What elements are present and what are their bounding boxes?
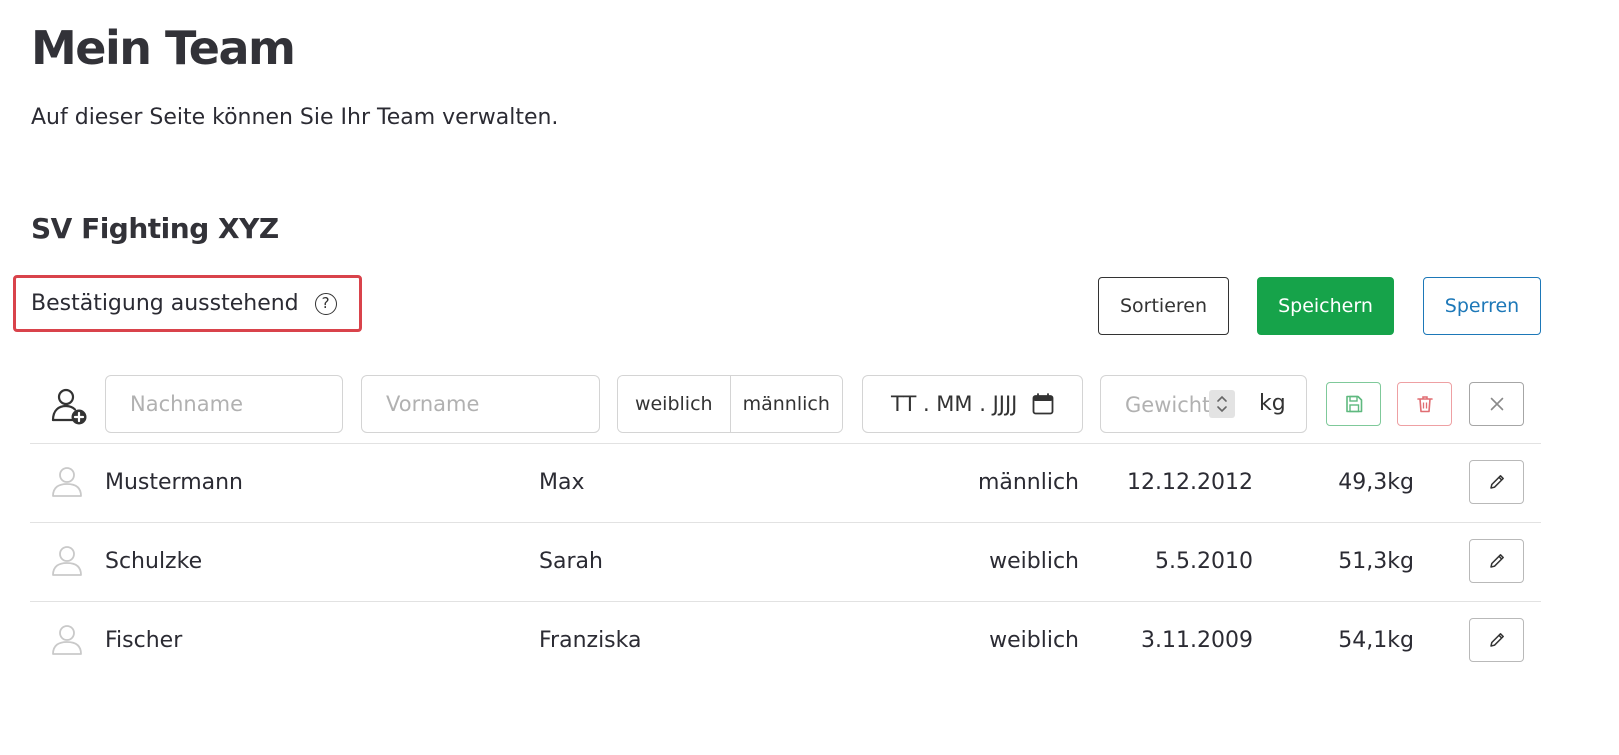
member-weight: 51,3kg [1338, 549, 1414, 574]
table-row: Fischer Franziska weiblich 3.11.2009 54,… [0, 601, 1619, 680]
edit-member-button[interactable] [1469, 618, 1524, 662]
team-status-highlight: Bestätigung ausstehend ? [13, 275, 362, 332]
member-weight: 49,3kg [1338, 470, 1414, 495]
calendar-icon[interactable] [1031, 392, 1055, 416]
gender-male-button[interactable]: männlich [729, 376, 842, 432]
member-lastname: Schulzke [105, 549, 203, 574]
cancel-new-member-button[interactable] [1469, 382, 1524, 426]
member-birthdate: 12.12.2012 [1127, 470, 1253, 495]
pencil-icon [1489, 554, 1504, 568]
team-status-text: Bestätigung ausstehend [31, 291, 299, 316]
pencil-icon [1489, 633, 1504, 647]
member-birthdate: 5.5.2010 [1155, 549, 1253, 574]
user-icon [52, 467, 82, 497]
table-row: Mustermann Max männlich 12.12.2012 49,3k… [0, 443, 1619, 522]
close-icon [1490, 397, 1503, 411]
gender-female-button[interactable]: weiblich [618, 376, 730, 432]
table-row: Schulzke Sarah weiblich 5.5.2010 51,3kg [0, 522, 1619, 601]
user-plus-icon [51, 388, 87, 425]
pencil-icon [1489, 475, 1504, 489]
weight-unit: kg [1259, 391, 1286, 416]
save-button[interactable]: Speichern [1257, 277, 1394, 335]
page-subtitle: Auf dieser Seite können Sie Ihr Team ver… [31, 105, 559, 130]
team-name: SV Fighting XYZ [31, 212, 279, 245]
member-birthdate: 3.11.2009 [1141, 628, 1253, 653]
chevron-up-down-icon [1217, 395, 1227, 413]
lock-button[interactable]: Sperren [1423, 277, 1541, 335]
member-lastname: Mustermann [105, 470, 244, 495]
edit-member-button[interactable] [1469, 460, 1524, 504]
gender-toggle: weiblich männlich [617, 375, 843, 433]
member-firstname: Sarah [539, 549, 603, 574]
birthdate-placeholder: TT . MM . JJJJ [891, 392, 1018, 416]
confirm-new-member-button[interactable] [1326, 382, 1381, 426]
user-icon [52, 625, 82, 655]
edit-member-button[interactable] [1469, 539, 1524, 583]
page-title: Mein Team [31, 21, 296, 75]
floppy-disk-icon [1345, 395, 1362, 413]
member-gender: weiblich [989, 549, 1079, 574]
delete-new-member-button[interactable] [1397, 382, 1452, 426]
member-gender: männlich [977, 470, 1079, 495]
user-icon [52, 546, 82, 576]
member-firstname: Max [539, 470, 585, 495]
weight-spinner[interactable] [1209, 390, 1235, 418]
question-circle-icon[interactable]: ? [314, 292, 337, 315]
sort-button[interactable]: Sortieren [1098, 277, 1229, 335]
member-firstname: Franziska [539, 628, 642, 653]
weight-field: kg [1100, 375, 1307, 433]
member-weight: 54,1kg [1338, 628, 1414, 653]
member-gender: weiblich [989, 628, 1079, 653]
member-lastname: Fischer [105, 628, 183, 653]
trash-icon [1416, 396, 1433, 413]
lastname-input[interactable] [105, 375, 343, 433]
firstname-input[interactable] [361, 375, 600, 433]
birthdate-input[interactable]: TT . MM . JJJJ [862, 375, 1083, 433]
